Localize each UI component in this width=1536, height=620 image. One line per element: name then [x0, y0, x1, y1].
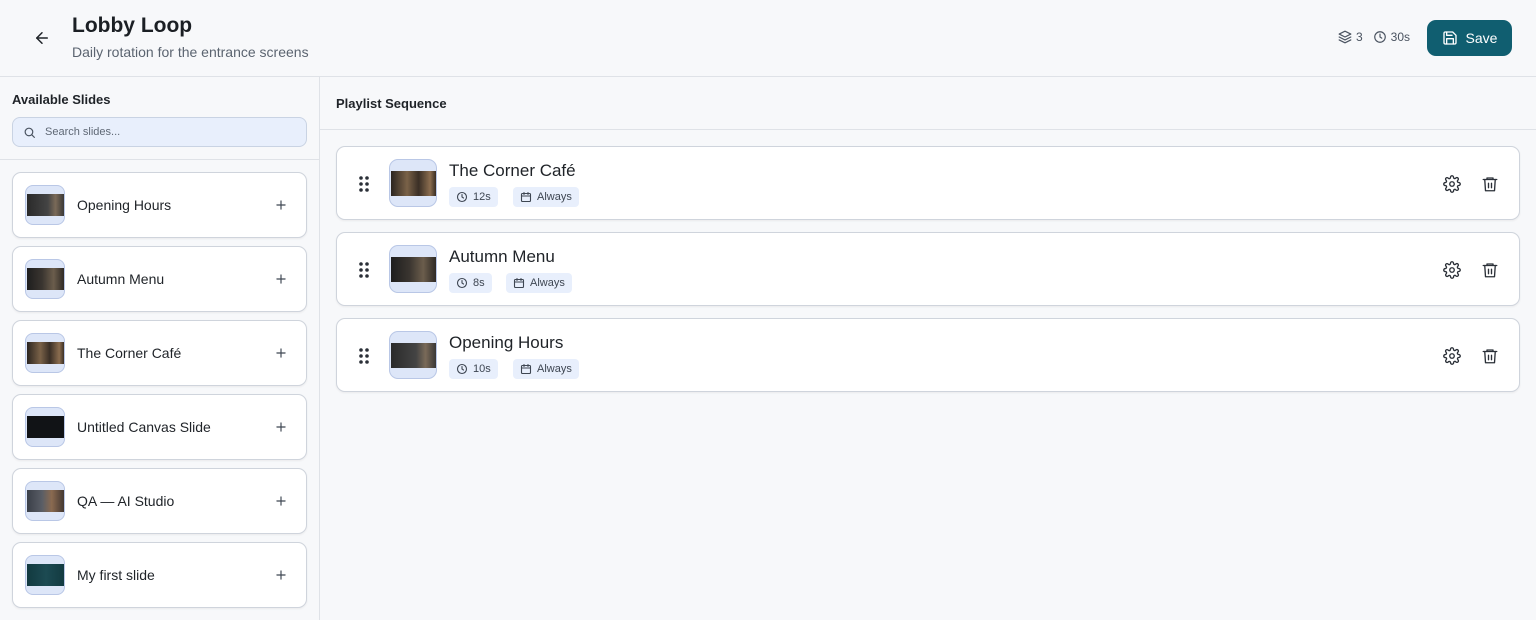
- drag-handle-icon[interactable]: [357, 261, 371, 279]
- plus-icon: [276, 274, 286, 284]
- trash-icon: [1482, 349, 1498, 364]
- layers-icon: [1338, 30, 1352, 44]
- slide-count: 3: [1338, 30, 1363, 44]
- total-duration-value: 30s: [1390, 30, 1410, 44]
- duration-chip[interactable]: 10s: [449, 359, 498, 379]
- duration-value: 10s: [473, 363, 491, 375]
- plus-icon: [276, 200, 286, 210]
- plus-icon: [276, 570, 286, 580]
- slide-name: Untitled Canvas Slide: [77, 419, 211, 435]
- plus-icon: [276, 422, 286, 432]
- remove-item-button[interactable]: [1479, 173, 1501, 195]
- clock-icon: [456, 191, 468, 203]
- slide-card[interactable]: Autumn Menu: [12, 246, 307, 312]
- available-slides-title: Available Slides: [12, 92, 111, 107]
- item-settings-button[interactable]: [1441, 345, 1463, 367]
- page-title: Lobby Loop: [72, 14, 193, 37]
- slide-thumbnail: [25, 407, 65, 447]
- add-slide-button[interactable]: [271, 565, 291, 585]
- playlist-item-thumbnail: [389, 159, 437, 207]
- save-icon: [1442, 31, 1457, 45]
- calendar-icon: [520, 191, 532, 203]
- duration-value: 12s: [473, 191, 491, 203]
- slide-name: My first slide: [77, 567, 155, 583]
- duration-chip[interactable]: 12s: [449, 187, 498, 207]
- search-icon: [24, 127, 35, 138]
- drag-handle-icon[interactable]: [357, 175, 371, 193]
- remove-item-button[interactable]: [1479, 259, 1501, 281]
- add-slide-button[interactable]: [271, 491, 291, 511]
- page-header: Lobby Loop Daily rotation for the entran…: [0, 0, 1536, 77]
- slide-card[interactable]: QA — AI Studio: [12, 468, 307, 534]
- item-settings-button[interactable]: [1441, 173, 1463, 195]
- playlist-item[interactable]: The Corner Café 12s Always: [336, 146, 1520, 220]
- playlist-item-name: The Corner Café: [449, 161, 576, 180]
- playlist-panel: Playlist Sequence The Corner Café 12s Al…: [320, 77, 1536, 620]
- search-input[interactable]: [45, 118, 300, 146]
- trash-icon: [1482, 263, 1498, 278]
- gear-icon: [1443, 261, 1461, 279]
- slide-card[interactable]: Opening Hours: [12, 172, 307, 238]
- schedule-chip[interactable]: Always: [513, 187, 579, 207]
- slide-count-value: 3: [1355, 30, 1363, 44]
- add-slide-button[interactable]: [271, 269, 291, 289]
- slide-thumbnail: [25, 555, 65, 595]
- playlist-item-name: Autumn Menu: [449, 247, 555, 266]
- playlist-item-name: Opening Hours: [449, 333, 564, 352]
- calendar-icon: [513, 277, 525, 289]
- slide-thumbnail: [25, 481, 65, 521]
- page-subtitle: Daily rotation for the entrance screens: [72, 44, 309, 60]
- playlist-title: Playlist Sequence: [336, 96, 447, 111]
- duration-value: 8s: [473, 277, 485, 289]
- clock-icon: [456, 277, 468, 289]
- schedule-value: Always: [537, 191, 572, 203]
- playlist-item[interactable]: Opening Hours 10s Always: [336, 318, 1520, 392]
- available-slides-panel: Available Slides Opening Hours Autumn Me…: [0, 77, 320, 620]
- add-slide-button[interactable]: [271, 417, 291, 437]
- slide-card[interactable]: The Corner Café: [12, 320, 307, 386]
- slide-thumbnail: [25, 259, 65, 299]
- playlist-header: Playlist Sequence: [320, 77, 1536, 130]
- gear-icon: [1443, 347, 1461, 365]
- item-settings-button[interactable]: [1441, 259, 1463, 281]
- total-duration: 30s: [1373, 30, 1410, 44]
- plus-icon: [276, 496, 286, 506]
- duration-chip[interactable]: 8s: [449, 273, 492, 293]
- add-slide-button[interactable]: [271, 343, 291, 363]
- back-button[interactable]: [26, 22, 58, 54]
- playlist-stats: 3 30s: [1338, 30, 1410, 44]
- remove-item-button[interactable]: [1479, 345, 1501, 367]
- calendar-icon: [520, 363, 532, 375]
- save-button-label: Save: [1465, 30, 1498, 46]
- slide-name: Autumn Menu: [77, 271, 165, 287]
- save-button[interactable]: Save: [1427, 20, 1512, 56]
- schedule-chip[interactable]: Always: [513, 359, 579, 379]
- schedule-value: Always: [537, 363, 572, 375]
- slide-thumbnail: [25, 333, 65, 373]
- search-box[interactable]: [12, 117, 307, 147]
- gear-icon: [1443, 175, 1461, 193]
- trash-icon: [1482, 177, 1498, 192]
- clock-icon: [456, 363, 468, 375]
- slide-thumbnail: [25, 185, 65, 225]
- schedule-chip[interactable]: Always: [506, 273, 572, 293]
- slide-card[interactable]: My first slide: [12, 542, 307, 608]
- playlist-item-thumbnail: [389, 331, 437, 379]
- clock-icon: [1373, 31, 1386, 43]
- arrow-left-icon: [36, 32, 48, 44]
- slide-name: QA — AI Studio: [77, 493, 175, 509]
- drag-handle-icon[interactable]: [357, 347, 371, 365]
- schedule-value: Always: [530, 277, 565, 289]
- playlist-item-thumbnail: [389, 245, 437, 293]
- slide-card[interactable]: Untitled Canvas Slide: [12, 394, 307, 460]
- available-slides-header: Available Slides: [0, 77, 319, 160]
- slide-name: Opening Hours: [77, 197, 172, 213]
- slide-name: The Corner Café: [77, 345, 182, 361]
- add-slide-button[interactable]: [271, 195, 291, 215]
- playlist-item[interactable]: Autumn Menu 8s Always: [336, 232, 1520, 306]
- plus-icon: [276, 348, 286, 358]
